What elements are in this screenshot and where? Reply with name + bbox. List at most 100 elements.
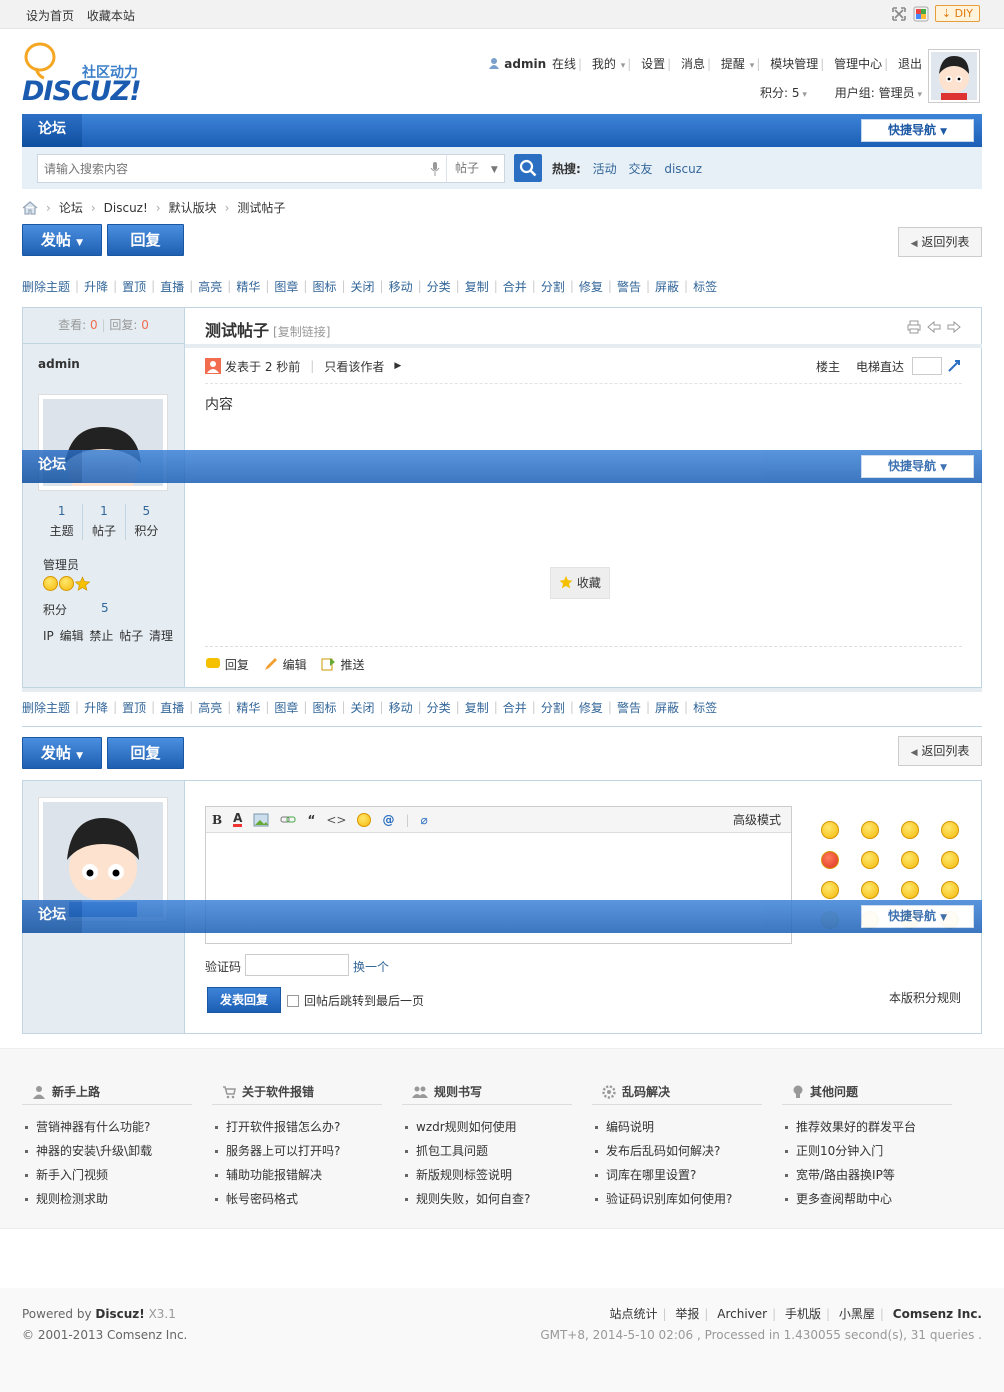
mod-action[interactable]: 关闭 <box>351 278 375 295</box>
usergroup-menu[interactable]: 用户组: 管理员 <box>835 86 915 100</box>
help-item[interactable]: 推荐效果好的群发平台 <box>782 1115 952 1139</box>
help-item[interactable]: 正则10分钟入门 <box>782 1139 952 1163</box>
font-color-icon[interactable]: A <box>233 812 243 827</box>
help-item[interactable]: 更多查阅帮助中心 <box>782 1187 952 1211</box>
author-stat[interactable]: 5 积分 <box>126 504 167 540</box>
quick-nav-button[interactable]: 快捷导航 ▼ <box>861 905 974 928</box>
help-item[interactable]: 新手入门视频 <box>22 1163 192 1187</box>
footer-link[interactable]: 小黑屋 <box>839 1307 875 1321</box>
mod-action[interactable]: 复制 <box>465 278 489 295</box>
search-scope-select[interactable]: 帖子 ▼ <box>446 155 506 182</box>
footer-link[interactable]: 站点统计 <box>609 1307 657 1321</box>
copy-link[interactable]: [复制链接] <box>273 325 330 339</box>
author-credits[interactable]: 5 <box>101 601 109 615</box>
mod-action[interactable]: 精华 <box>236 278 260 295</box>
emoticon-icon[interactable] <box>357 812 372 827</box>
admin-center-link[interactable]: 管理中心 <box>834 57 882 71</box>
previous-thread-icon[interactable] <box>927 320 941 334</box>
module-admin-link[interactable]: 模块管理 <box>770 57 818 71</box>
print-icon[interactable] <box>907 320 921 334</box>
avatar[interactable] <box>928 49 980 103</box>
mod-action[interactable]: 合并 <box>503 278 527 295</box>
author-stat[interactable]: 1 帖子 <box>83 504 126 540</box>
jump-floor-input[interactable] <box>912 357 942 375</box>
hot-search-item[interactable]: 活动 <box>593 162 617 176</box>
quick-nav-button[interactable]: 快捷导航 ▼ <box>861 455 974 478</box>
smiley-icon[interactable] <box>941 881 959 899</box>
mod-action[interactable]: 屏蔽 <box>655 699 679 716</box>
home-icon[interactable] <box>22 200 38 215</box>
mod-action[interactable]: 合并 <box>503 699 527 716</box>
set-home-link[interactable]: 设为首页 <box>26 9 74 23</box>
mod-action[interactable]: 修复 <box>579 699 603 716</box>
submit-reply-button[interactable]: 发表回复 <box>207 987 281 1013</box>
hot-search-item[interactable]: discuz <box>664 162 702 176</box>
help-item[interactable]: 验证码识别库如何使用? <box>592 1187 762 1211</box>
product-link[interactable]: Discuz! <box>95 1307 144 1321</box>
favorite-button[interactable]: 收藏 <box>550 567 610 599</box>
quote-icon[interactable]: “ <box>307 813 315 827</box>
breadcrumb-item[interactable]: 默认版块 <box>169 199 217 216</box>
my-menu[interactable]: 我的 <box>592 57 616 71</box>
back-to-list-button[interactable]: ◀ 返回列表 <box>898 736 982 766</box>
smiley-icon[interactable] <box>821 821 839 839</box>
logout-link[interactable]: 退出 <box>898 57 922 71</box>
mod-action[interactable]: 直播 <box>160 278 184 295</box>
help-item[interactable]: 服务器上可以打开吗? <box>212 1139 382 1163</box>
help-item[interactable]: 宽带/路由器换IP等 <box>782 1163 952 1187</box>
messages-link[interactable]: 消息 <box>681 57 705 71</box>
smiley-icon[interactable] <box>861 881 879 899</box>
mod-action[interactable]: 标签 <box>693 278 717 295</box>
smiley-icon[interactable] <box>821 851 839 869</box>
help-item[interactable]: 规则检测求助 <box>22 1187 192 1211</box>
help-item[interactable]: 抓包工具问题 <box>402 1139 572 1163</box>
post-reply-link[interactable]: 回复 <box>205 656 249 673</box>
smiley-icon[interactable] <box>861 821 879 839</box>
help-item[interactable]: 发布后乱码如何解决? <box>592 1139 762 1163</box>
smiley-icon[interactable] <box>821 881 839 899</box>
mod-action[interactable]: 分类 <box>427 699 451 716</box>
company-link[interactable]: Comsenz Inc. <box>893 1307 982 1321</box>
mod-action[interactable]: 直播 <box>160 699 184 716</box>
link-icon[interactable] <box>280 813 296 827</box>
help-item[interactable]: 营销神器有什么功能? <box>22 1115 192 1139</box>
captcha-input[interactable] <box>245 954 349 976</box>
mod-action[interactable]: 删除主题 <box>22 278 70 295</box>
bookmark-link[interactable]: 收藏本站 <box>87 9 135 23</box>
credits-menu[interactable]: 积分: 5 <box>760 86 800 100</box>
nav-tab-forum[interactable]: 论坛 <box>22 450 82 483</box>
mod-action[interactable]: 关闭 <box>351 699 375 716</box>
mod-action[interactable]: 图章 <box>274 699 298 716</box>
mod-action[interactable]: 图标 <box>312 278 336 295</box>
captcha-refresh-link[interactable]: 换一个 <box>353 958 389 975</box>
username-link[interactable]: admin <box>504 57 546 71</box>
admin-links[interactable]: IP 编辑 禁止 帖子 清理 <box>43 627 173 644</box>
quick-nav-button[interactable]: 快捷导航 ▼ <box>861 119 974 142</box>
help-item[interactable]: 神器的安装\升级\卸载 <box>22 1139 192 1163</box>
post-edit-link[interactable]: 编辑 <box>263 656 307 673</box>
only-author-link[interactable]: 只看该作者 <box>324 358 384 375</box>
mod-action[interactable]: 置顶 <box>122 699 146 716</box>
help-item[interactable]: 辅助功能报错解决 <box>212 1163 382 1187</box>
settings-link[interactable]: 设置 <box>641 57 665 71</box>
author-stat[interactable]: 1 主题 <box>41 504 84 540</box>
fullscreen-icon[interactable] <box>891 6 907 22</box>
breadcrumb-item[interactable]: 论坛 <box>59 199 83 216</box>
mod-action[interactable]: 修复 <box>579 278 603 295</box>
smiley-icon[interactable] <box>941 821 959 839</box>
nav-tab-forum[interactable]: 论坛 <box>22 114 82 147</box>
mod-action[interactable]: 移动 <box>389 699 413 716</box>
breadcrumb-item[interactable]: Discuz! <box>104 201 148 215</box>
attachment-icon[interactable]: ⌀ <box>421 813 428 827</box>
smiley-icon[interactable] <box>901 851 919 869</box>
mod-action[interactable]: 置顶 <box>122 278 146 295</box>
jump-go-icon[interactable] <box>946 358 962 374</box>
remind-link[interactable]: 提醒 <box>721 57 745 71</box>
microphone-icon[interactable] <box>430 162 440 176</box>
bold-icon[interactable]: B <box>212 813 222 827</box>
new-post-button[interactable]: 发帖 ▼ <box>22 737 102 769</box>
mod-action[interactable]: 警告 <box>617 278 641 295</box>
footer-link[interactable]: 手机版 <box>785 1307 821 1321</box>
author-group[interactable]: 管理员 <box>43 556 79 573</box>
code-icon[interactable]: <> <box>326 813 346 827</box>
